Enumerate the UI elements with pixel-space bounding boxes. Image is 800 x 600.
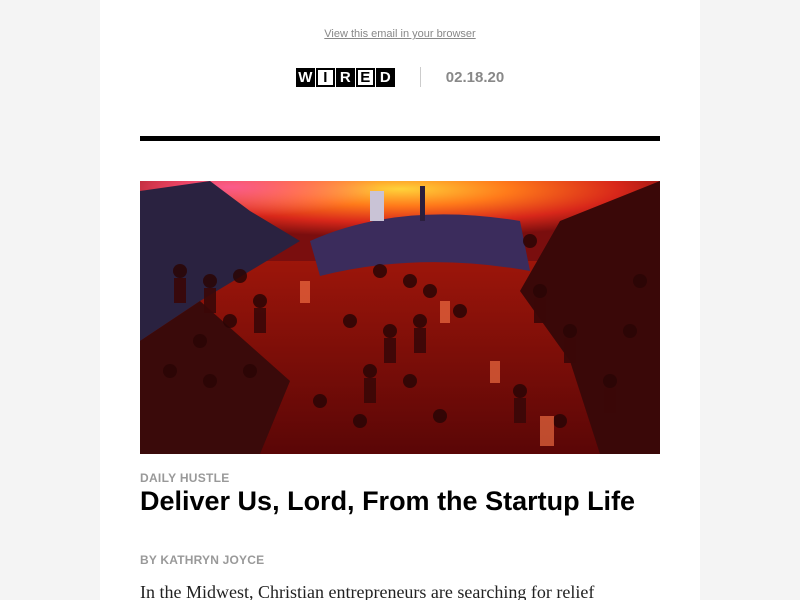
article-dek: In the Midwest, Christian entrepreneurs … xyxy=(140,582,595,600)
logo-letter-d: D xyxy=(375,67,395,87)
logo-letter-r: R xyxy=(335,67,355,87)
wired-logo[interactable]: W I R E D xyxy=(295,67,395,87)
masthead: W I R E D 02.18.20 xyxy=(100,66,700,88)
view-in-browser-link[interactable]: View this email in your browser xyxy=(100,28,700,40)
masthead-divider xyxy=(419,67,421,87)
article-byline: BY KATHRYN JOYCE xyxy=(140,553,265,567)
logo-letter-i: I xyxy=(315,67,335,87)
issue-date: 02.18.20 xyxy=(445,68,505,86)
article-kicker: DAILY HUSTLE xyxy=(140,471,230,485)
hero-image[interactable] xyxy=(140,181,660,454)
logo-letter-w: W xyxy=(295,67,315,87)
article-headline[interactable]: Deliver Us, Lord, From the Startup Life xyxy=(140,485,660,518)
header-rule xyxy=(140,136,660,141)
logo-letter-e: E xyxy=(355,67,375,87)
email-container: View this email in your browser W I R E … xyxy=(100,0,700,600)
